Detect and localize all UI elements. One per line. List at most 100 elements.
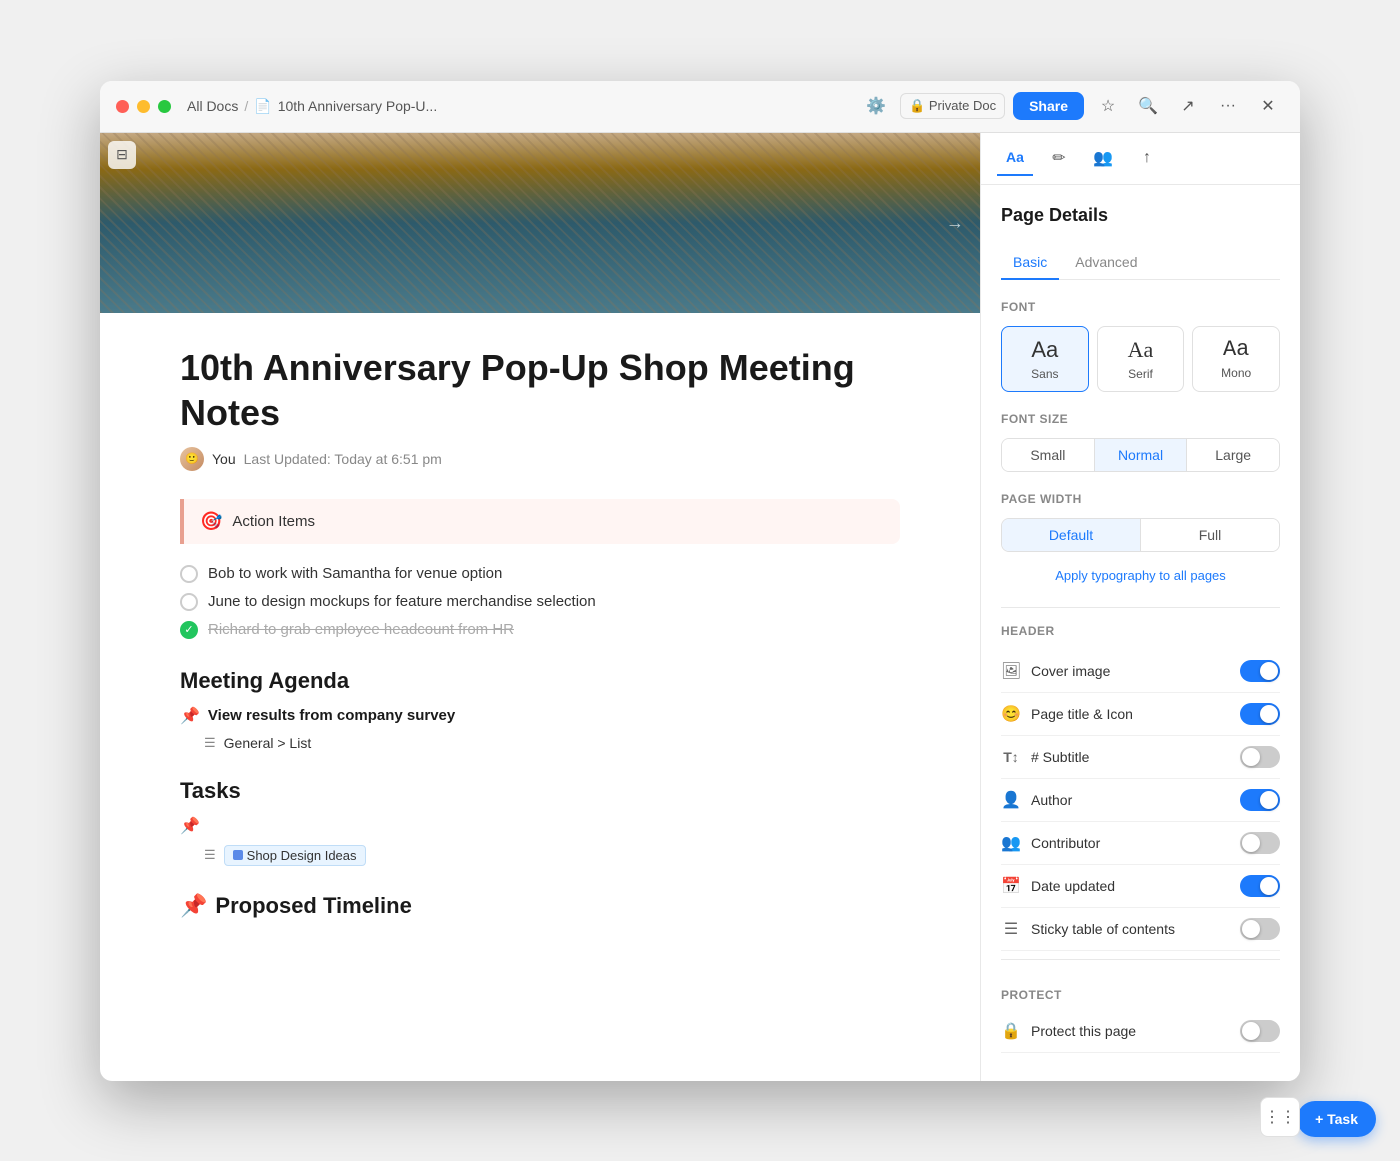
page-title-toggle[interactable] [1240, 703, 1280, 725]
toggle-subtitle: T↕ # Subtitle [1001, 736, 1280, 779]
sticky-toc-label: Sticky table of contents [1031, 921, 1175, 937]
more-icon[interactable]: ··· [1212, 90, 1244, 122]
toggle-protect-left: 🔒 Protect this page [1001, 1021, 1136, 1041]
tag-badge-shopdesign[interactable]: Shop Design Ideas [224, 845, 366, 866]
breadcrumb-doc-icon: 📄 [254, 98, 271, 115]
settings-icon[interactable]: ⚙️ [860, 90, 892, 122]
cover-image-toggle[interactable] [1240, 660, 1280, 682]
tag-text: Shop Design Ideas [247, 848, 357, 863]
todo-checkbox-2[interactable] [180, 593, 198, 611]
content-area: ⊟ → 10th Anniversary Pop-Up Shop Meeting… [100, 133, 980, 1081]
agenda-title-survey: 📌 View results from company survey [180, 706, 900, 726]
apply-typography-link[interactable]: Apply typography to all pages [1001, 568, 1280, 583]
page-title-label: Page title & Icon [1031, 706, 1133, 722]
divider-1 [1001, 607, 1280, 608]
bullet-icon-general: ☰ [204, 735, 216, 751]
toggle-page-title-left: 😊 Page title & Icon [1001, 704, 1133, 724]
subtitle-icon: T↕ [1001, 749, 1021, 765]
main-layout: ⊟ → 10th Anniversary Pop-Up Shop Meeting… [100, 133, 1300, 1081]
doc-title: 10th Anniversary Pop-Up Shop Meeting Not… [180, 345, 900, 435]
tab-basic[interactable]: Basic [1001, 246, 1059, 280]
size-large[interactable]: Large [1187, 439, 1279, 471]
app-window: All Docs / 📄 10th Anniversary Pop-U... ⚙… [100, 81, 1300, 1081]
cover-image-label: Cover image [1031, 663, 1110, 679]
font-option-serif[interactable]: Aa Serif [1097, 326, 1185, 392]
task-button[interactable]: + Task [1297, 1101, 1376, 1137]
last-updated: Last Updated: Today at 6:51 pm [244, 451, 442, 467]
toggle-protect-page: 🔒 Protect this page [1001, 1010, 1280, 1053]
font-option-sans[interactable]: Aa Sans [1001, 326, 1089, 392]
font-size-label: Font Size [1001, 412, 1280, 426]
callout-text: Action Items [232, 513, 315, 530]
size-normal[interactable]: Normal [1095, 439, 1188, 471]
cover-image: ⊟ → [100, 133, 980, 313]
agenda-title-tasks: 📌 [180, 816, 900, 836]
section-heading-timeline: 📌Proposed Timeline [180, 893, 900, 919]
size-small[interactable]: Small [1002, 439, 1095, 471]
panel-tool-export[interactable]: ↑ [1129, 140, 1165, 176]
star-icon[interactable]: ☆ [1092, 90, 1124, 122]
page-width-label: Page Width [1001, 492, 1280, 506]
agenda-item-survey: 📌 View results from company survey ☰ Gen… [180, 706, 900, 754]
close-icon[interactable]: ✕ [1252, 90, 1284, 122]
sticky-toc-toggle[interactable] [1240, 918, 1280, 940]
panel-tool-paint[interactable]: ✏ [1041, 140, 1077, 176]
panel-tool-text[interactable]: Aa [997, 140, 1033, 176]
bullet-text-general: General > List [224, 735, 312, 751]
tab-advanced[interactable]: Advanced [1063, 246, 1149, 280]
todo-checkbox-1[interactable] [180, 565, 198, 583]
panel-toolbar: Aa ✏ 👥 ↑ [981, 133, 1300, 185]
close-button[interactable] [116, 100, 129, 113]
agenda-icon-tasks: 📌 [180, 816, 200, 836]
todo-text-3: Richard to grab employee headcount from … [208, 621, 514, 638]
search-icon[interactable]: 🔍 [1132, 90, 1164, 122]
header-section-label: HEADER [1001, 624, 1280, 638]
subtitle-toggle[interactable] [1240, 746, 1280, 768]
bullet-item-general: ☰ General > List [204, 732, 900, 754]
breadcrumb-doc-title[interactable]: 10th Anniversary Pop-U... [278, 98, 438, 114]
cover-image-icon: 🖼 [1001, 661, 1021, 681]
protect-icon: 🔒 [1001, 1021, 1021, 1041]
export-icon[interactable]: ↗ [1172, 90, 1204, 122]
grid-button[interactable]: ⋮⋮ [1260, 1097, 1300, 1137]
sticky-toc-icon: ☰ [1001, 919, 1021, 939]
toggle-page-title: 😊 Page title & Icon [1001, 693, 1280, 736]
todo-text-2: June to design mockups for feature merch… [208, 593, 596, 610]
contributor-toggle[interactable] [1240, 832, 1280, 854]
panel-tool-share[interactable]: 👥 [1085, 140, 1121, 176]
breadcrumb-all-docs[interactable]: All Docs [187, 98, 238, 114]
font-preview-mono: Aa [1223, 337, 1249, 362]
todo-checkbox-3[interactable]: ✓ [180, 621, 198, 639]
share-button[interactable]: Share [1013, 92, 1084, 120]
right-panel: Aa ✏ 👥 ↑ Page Details Basic Advanced Fon… [980, 133, 1300, 1081]
agenda-item-tasks: 📌 ☰ Shop Design Ideas [180, 816, 900, 869]
toggle-date-updated-left: 📅 Date updated [1001, 876, 1115, 896]
title-bar: All Docs / 📄 10th Anniversary Pop-U... ⚙… [100, 81, 1300, 133]
font-preview-serif: Aa [1128, 337, 1154, 363]
callout-block: 🎯 Action Items [180, 499, 900, 544]
author-label: Author [1031, 792, 1072, 808]
todo-list: Bob to work with Samantha for venue opti… [180, 560, 900, 644]
private-badge[interactable]: 🔒 Private Doc [900, 93, 1005, 119]
contributor-icon: 👥 [1001, 833, 1021, 853]
font-options: Aa Sans Aa Serif Aa Mono [1001, 326, 1280, 392]
size-options: Small Normal Large [1001, 438, 1280, 472]
font-label-mono: Mono [1221, 366, 1251, 380]
todo-item-3: ✓ Richard to grab employee headcount fro… [180, 616, 900, 644]
toggle-cover-image-left: 🖼 Cover image [1001, 661, 1110, 681]
protect-toggle[interactable] [1240, 1020, 1280, 1042]
width-full[interactable]: Full [1141, 519, 1279, 551]
maximize-button[interactable] [158, 100, 171, 113]
tab-bar: Basic Advanced [1001, 246, 1280, 280]
sidebar-toggle[interactable]: ⊟ [108, 141, 136, 169]
date-updated-toggle[interactable] [1240, 875, 1280, 897]
traffic-lights [116, 100, 171, 113]
width-options: Default Full [1001, 518, 1280, 552]
author-toggle[interactable] [1240, 789, 1280, 811]
minimize-button[interactable] [137, 100, 150, 113]
toggle-sticky-toc: ☰ Sticky table of contents [1001, 908, 1280, 951]
font-option-mono[interactable]: Aa Mono [1192, 326, 1280, 392]
toggle-contributor-left: 👥 Contributor [1001, 833, 1100, 853]
breadcrumb-separator: / [244, 98, 248, 114]
width-default[interactable]: Default [1002, 519, 1141, 551]
